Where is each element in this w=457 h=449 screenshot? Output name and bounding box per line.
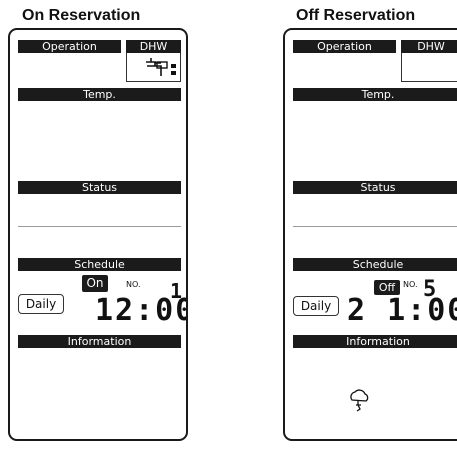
number-label: NO. [403,280,418,289]
operation-bar: Operation [293,40,396,53]
faucet-valve-icon [146,58,176,76]
cloud-plug-icon [350,389,369,412]
schedule-time: 2 1:00 [347,293,457,328]
reservation-on-badge: On [82,275,108,292]
number-label: NO. [126,280,141,289]
daily-button[interactable]: Daily [18,294,64,314]
off-reservation-heading: Off Reservation [296,7,416,24]
dhw-bar: DHW [126,40,181,53]
information-bar: Information [18,335,181,348]
status-divider [293,226,457,227]
schedule-bar: Schedule [18,258,181,271]
on-reservation-heading: On Reservation [22,7,141,24]
temp-bar: Temp. [18,88,181,101]
dhw-bar: DHW [401,40,457,53]
dhw-icon-box [126,53,181,82]
status-bar: Status [293,181,457,194]
information-bar: Information [293,335,457,348]
schedule-time: 12:00 [95,293,188,328]
operation-bar: Operation [18,40,121,53]
status-bar: Status [18,181,181,194]
status-divider [18,226,181,227]
on-reservation-panel: Operation DHW Temp. Status Schedule On N… [8,28,188,441]
dhw-icon-box [401,53,457,82]
off-reservation-panel: Operation DHW Temp. Status Schedule Off … [283,28,457,441]
daily-button[interactable]: Daily [293,296,339,316]
temp-bar: Temp. [293,88,457,101]
schedule-bar: Schedule [293,258,457,271]
